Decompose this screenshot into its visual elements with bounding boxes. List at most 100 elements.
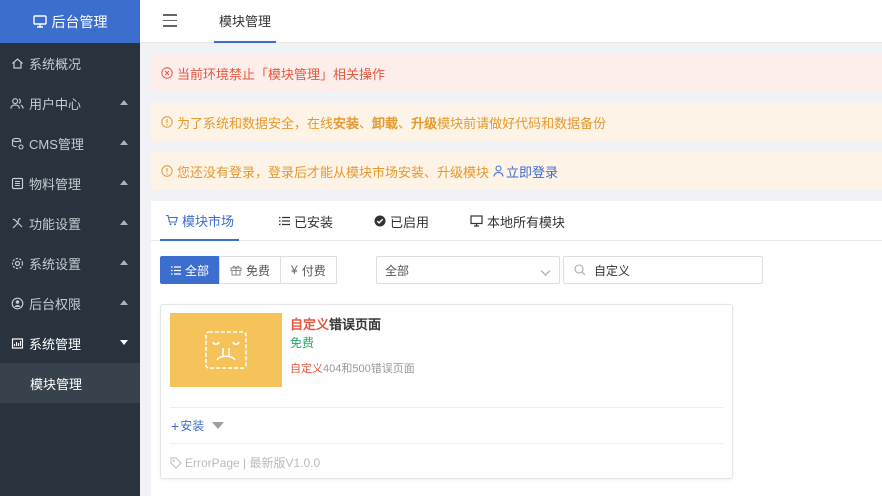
login-link-label: 立即登录 (506, 164, 559, 180)
module-tabs: 模块市场 已安装 已启用 本地所有模块 (151, 201, 882, 241)
filter-paid-label: 付费 (301, 263, 326, 278)
category-select[interactable]: 全部 (376, 256, 560, 284)
caret-up-icon (120, 140, 128, 145)
gear-icon (10, 256, 24, 270)
module-price: 免费 (290, 336, 315, 350)
caret-down-icon[interactable] (212, 422, 225, 429)
module-thumbnail[interactable] (170, 313, 282, 387)
sidebar: 后台管理 系统概况 用户中心 CMS管理 物料管理 功能设置 系统设置 后台权限… (0, 0, 140, 496)
tab-label: 本地所有模块 (487, 214, 566, 230)
sidebar-item-label: 功能设置 (29, 216, 82, 232)
tab-enabled[interactable]: 已启用 (374, 201, 429, 241)
alert-error-text: 当前环境禁止「模块管理」相关操作 (177, 66, 386, 82)
cart-icon (165, 214, 178, 226)
module-panel: 模块市场 已安装 已启用 本地所有模块 全部 免费 ¥ 付费 全部 自定义 自定… (151, 201, 882, 496)
alert-backup-pre: 为了系统和数据安全，在线 (177, 115, 334, 131)
sidebar-item-label: 系统管理 (29, 336, 82, 352)
caret-up-icon (120, 180, 128, 185)
alert-backup: 为了系统和数据安全，在线 安装、卸载、升级 模块前请做好代码和数据备份 (151, 103, 882, 141)
alert-backup-uninstall: 卸载 (372, 115, 399, 131)
chart-icon (10, 336, 24, 350)
sidebar-item-label: CMS管理 (29, 136, 84, 152)
caret-up-icon (120, 300, 128, 305)
tab-label: 模块市场 (181, 213, 234, 229)
tab-market[interactable]: 模块市场 (160, 201, 239, 241)
module-title[interactable]: 自定义错误页面 (290, 314, 381, 333)
gift-icon (230, 264, 242, 276)
sidebar-item-system[interactable]: 系统管理 (0, 323, 140, 363)
monitor-icon (470, 215, 483, 227)
sidebar-item-permissions[interactable]: 后台权限 (0, 283, 140, 323)
module-desc-highlight: 自定义 (290, 363, 323, 375)
sidebar-item-label: 系统概况 (29, 56, 82, 72)
menu-toggle-icon[interactable] (163, 14, 177, 28)
tag-icon (170, 457, 182, 469)
monitor-icon (32, 15, 47, 28)
install-button[interactable]: + 安装 (171, 417, 225, 434)
price-filter-group: 全部 免费 ¥ 付费 (160, 256, 337, 284)
info-circle-icon (161, 165, 173, 177)
sidebar-item-users[interactable]: 用户中心 (0, 83, 140, 123)
tab-local[interactable]: 本地所有模块 (470, 201, 565, 241)
close-circle-icon (161, 67, 173, 79)
tab-installed[interactable]: 已安装 (279, 201, 333, 241)
sidebar-item-cms[interactable]: CMS管理 (0, 123, 140, 163)
sidebar-nav: 系统概况 用户中心 CMS管理 物料管理 功能设置 系统设置 后台权限 系统管理… (0, 43, 140, 403)
chevron-down-icon (540, 266, 551, 280)
tab-label: 已安装 (294, 214, 334, 230)
alert-backup-post: 模块前请做好代码和数据备份 (437, 115, 607, 131)
module-title-highlight: 自定义 (290, 317, 330, 332)
sidebar-item-settings[interactable]: 系统设置 (0, 243, 140, 283)
card-divider (170, 407, 724, 408)
alert-backup-install: 安装 (333, 115, 360, 131)
error-page-icon (205, 331, 247, 369)
module-description: 自定义404和500错误页面 (290, 360, 415, 376)
login-link[interactable]: 立即登录 (493, 162, 558, 181)
card-divider (170, 443, 724, 444)
main-content: 当前环境禁止「模块管理」相关操作 为了系统和数据安全，在线 安装、卸载、升级 模… (140, 43, 882, 496)
cms-icon (10, 136, 24, 150)
module-desc-rest: 404和500错误页面 (323, 363, 415, 375)
sidebar-item-features[interactable]: 功能设置 (0, 203, 140, 243)
module-meta: ErrorPage | 最新版V1.0.0 (170, 454, 320, 471)
sidebar-subitem-label: 模块管理 (30, 376, 83, 392)
sidebar-item-label: 物料管理 (29, 176, 82, 192)
module-meta-text: ErrorPage | 最新版V1.0.0 (185, 456, 321, 470)
alert-login-text: 您还没有登录，登录后才能从模块市场安装、升级模块 (177, 164, 490, 180)
brand[interactable]: 后台管理 (0, 0, 140, 43)
sidebar-item-label: 后台权限 (29, 296, 82, 312)
caret-down-icon (120, 340, 128, 345)
user-circle-icon (10, 296, 24, 310)
tools-icon (10, 216, 24, 230)
yen-icon: ¥ (291, 263, 298, 277)
sidebar-item-overview[interactable]: 系统概况 (0, 43, 140, 83)
top-tab-label: 模块管理 (218, 14, 271, 29)
filter-all-label: 全部 (185, 263, 210, 278)
caret-up-icon (120, 220, 128, 225)
sidebar-subitem-modules[interactable]: 模块管理 (0, 363, 140, 403)
search-box (563, 256, 763, 284)
module-title-rest: 错误页面 (329, 317, 382, 332)
sidebar-item-materials[interactable]: 物料管理 (0, 163, 140, 203)
user-icon (493, 165, 504, 177)
filter-paid-button[interactable]: ¥ 付费 (280, 256, 337, 284)
alert-backup-sep2: 、 (398, 115, 412, 131)
brand-title: 后台管理 (51, 13, 108, 30)
filter-free-button[interactable]: 免费 (219, 256, 282, 284)
category-select-value: 全部 (385, 263, 410, 278)
list-bullet-icon (279, 216, 290, 226)
filter-free-label: 免费 (246, 263, 271, 278)
filter-all-button[interactable]: 全部 (160, 256, 221, 284)
top-bar: 模块管理 (140, 0, 882, 43)
caret-up-icon (120, 260, 128, 265)
plus-icon: + (171, 417, 180, 434)
alert-error: 当前环境禁止「模块管理」相关操作 (151, 54, 882, 92)
module-card: 自定义错误页面 免费 自定义404和500错误页面 + 安装 ErrorPage… (160, 304, 733, 479)
caret-up-icon (120, 100, 128, 105)
search-input[interactable] (594, 263, 754, 277)
list-icon (10, 176, 24, 190)
sidebar-item-label: 用户中心 (29, 96, 82, 112)
search-icon (574, 264, 586, 276)
top-tab-modules[interactable]: 模块管理 (214, 0, 276, 43)
install-label: 安装 (180, 419, 205, 433)
